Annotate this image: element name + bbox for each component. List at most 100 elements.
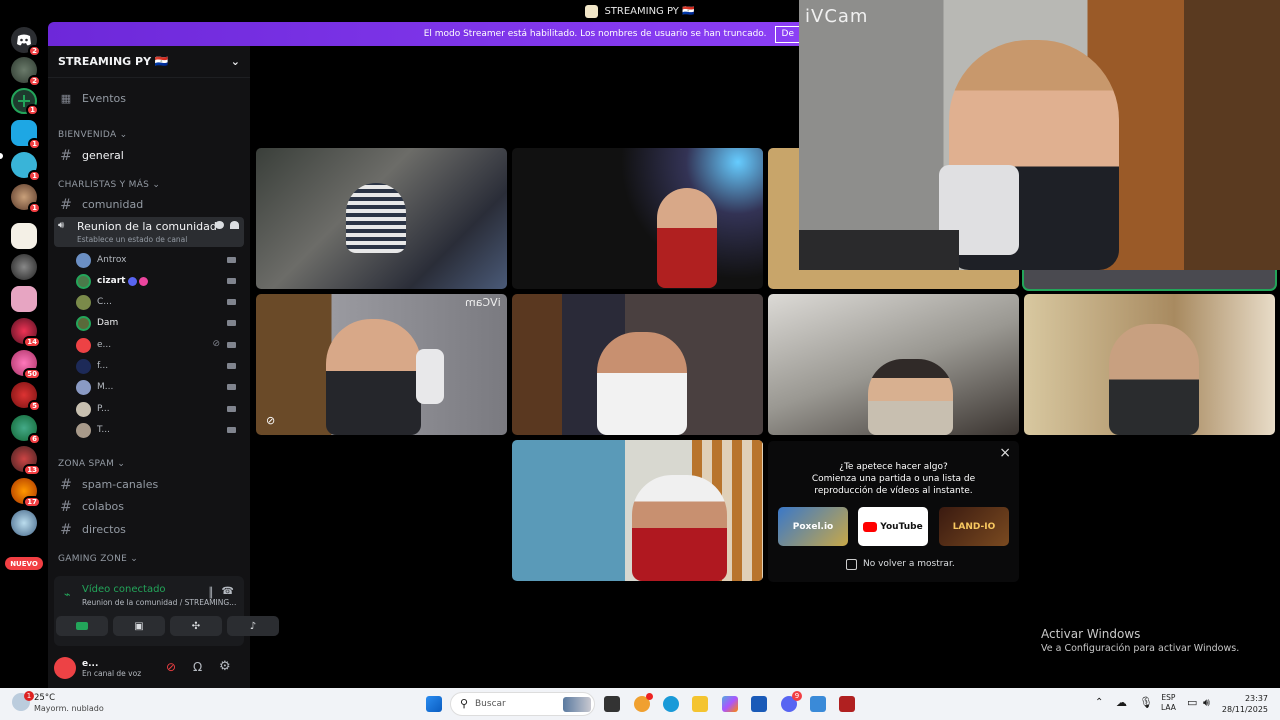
- app-icon[interactable]: [810, 696, 826, 712]
- video-tile[interactable]: iVCam ⊘: [256, 294, 507, 435]
- channel-general[interactable]: # general: [48, 147, 250, 164]
- chevron-up-icon[interactable]: ⌃: [1095, 697, 1103, 708]
- camera-icon: [227, 427, 236, 433]
- volume-icon[interactable]: 🔊︎: [1203, 696, 1210, 710]
- screen-share-button[interactable]: ▣: [113, 616, 165, 636]
- server-avatar-3[interactable]: 1: [11, 152, 41, 182]
- user-avatar[interactable]: [54, 657, 76, 679]
- voice-channel-active[interactable]: 🔊︎ Reunion de la comunidad Establece un …: [54, 217, 244, 247]
- voice-member[interactable]: e... ⊘: [76, 336, 242, 354]
- category-label: CHARLISTAS Y MÁS: [58, 180, 150, 190]
- notification-badge: 17: [23, 496, 41, 508]
- clock[interactable]: 23:37 28/11/2025: [1222, 693, 1268, 715]
- connection-location[interactable]: Reunion de la comunidad / STREAMING...: [82, 598, 236, 607]
- close-icon[interactable]: ×: [999, 445, 1011, 461]
- camera-icon: [76, 622, 88, 630]
- server-name: STREAMING PY 🇵🇾: [58, 55, 169, 68]
- channel-spam-canales[interactable]: # spam-canales: [48, 476, 250, 493]
- network-icon[interactable]: ▭: [1187, 696, 1197, 709]
- voice-member[interactable]: C...: [76, 293, 242, 311]
- activities-icon: ✣: [191, 620, 201, 632]
- server-header[interactable]: STREAMING PY 🇵🇾 ⌄: [48, 46, 250, 78]
- voice-member[interactable]: P...: [76, 400, 242, 418]
- server-avatar-2[interactable]: 1: [11, 120, 41, 150]
- server-avatar-5[interactable]: [11, 223, 37, 249]
- speaker-icon: 🔊︎: [58, 220, 65, 231]
- soundboard-button[interactable]: ♪: [227, 616, 279, 636]
- server-avatar-9[interactable]: 50: [11, 350, 41, 380]
- weather-icon[interactable]: 1: [12, 691, 34, 711]
- disconnect-icon[interactable]: ☎: [222, 586, 234, 597]
- discord-home-icon[interactable]: 2: [11, 27, 41, 57]
- app-tile-youtube[interactable]: YouTube: [858, 507, 928, 546]
- activities-button[interactable]: ✣: [170, 616, 222, 636]
- channel-directos[interactable]: # directos: [48, 521, 250, 538]
- search-box[interactable]: ⚲ Buscar: [450, 692, 595, 716]
- video-tile[interactable]: [1024, 294, 1275, 435]
- new-servers-pill[interactable]: NUEVO: [5, 557, 43, 570]
- category-spam[interactable]: ZONA SPAM ⌄: [48, 459, 250, 469]
- video-tile[interactable]: [768, 294, 1019, 435]
- file-explorer-icon[interactable]: [692, 696, 708, 712]
- camera-toggle-button[interactable]: [56, 616, 108, 636]
- language-indicator[interactable]: ESP LAA: [1161, 693, 1176, 713]
- task-view-icon[interactable]: [604, 696, 620, 712]
- server-avatar-14[interactable]: [11, 510, 37, 536]
- camera-icon: [227, 299, 236, 305]
- microphone-icon[interactable]: 🎙︎: [1139, 696, 1153, 709]
- signal-icon[interactable]: ⌁: [64, 588, 71, 601]
- server-avatar-10[interactable]: 5: [11, 382, 41, 412]
- disable-streamer-button[interactable]: De: [774, 25, 800, 43]
- app-icon[interactable]: [634, 693, 653, 712]
- channel-colabos[interactable]: # colabos: [48, 498, 250, 515]
- server-avatar-6[interactable]: [11, 254, 37, 280]
- store-icon[interactable]: [751, 696, 767, 712]
- category-bienvenida[interactable]: BIENVENIDA ⌄: [48, 130, 250, 140]
- calendar-icon: ▦: [60, 91, 72, 105]
- channel-status-prompt[interactable]: Establece un estado de canal: [77, 235, 187, 244]
- add-user-icon[interactable]: [230, 221, 239, 229]
- muted-mic-icon[interactable]: ⊘: [166, 660, 176, 674]
- voice-member[interactable]: Antrox: [76, 251, 242, 269]
- voice-member[interactable]: f...: [76, 357, 242, 375]
- server-avatar-1[interactable]: 2: [11, 57, 41, 87]
- voice-member[interactable]: T...: [76, 421, 242, 439]
- video-tile[interactable]: [512, 440, 763, 581]
- hash-icon: #: [60, 521, 72, 538]
- avatar: [76, 422, 91, 438]
- video-tile[interactable]: [512, 294, 763, 435]
- voice-member[interactable]: cizart: [76, 272, 242, 290]
- server-avatar-12[interactable]: 13: [11, 446, 41, 476]
- video-tile[interactable]: [512, 148, 763, 289]
- voice-member[interactable]: M...: [76, 378, 242, 396]
- checkbox[interactable]: [846, 559, 857, 570]
- app-tile-poxel[interactable]: Poxel.io: [778, 507, 848, 546]
- app-icon[interactable]: [839, 696, 855, 712]
- edge-icon[interactable]: [663, 696, 679, 712]
- gear-icon[interactable]: ⚙: [219, 659, 231, 674]
- noise-suppression-icon[interactable]: ║: [208, 588, 214, 599]
- chat-icon[interactable]: [215, 221, 224, 229]
- server-avatar-4[interactable]: 1: [11, 184, 41, 214]
- video-tile[interactable]: [256, 148, 507, 289]
- app-tile-landio[interactable]: LAND-IO: [939, 507, 1009, 546]
- server-avatar-7[interactable]: [11, 286, 37, 312]
- category-charlistas[interactable]: CHARLISTAS Y MÁS ⌄: [48, 180, 250, 190]
- headphones-icon[interactable]: Ω: [193, 660, 202, 674]
- channel-comunidad[interactable]: # comunidad: [48, 196, 250, 213]
- cloud-icon[interactable]: ☁: [1116, 696, 1127, 709]
- add-server-icon[interactable]: 1: [11, 88, 39, 116]
- server-avatar-13[interactable]: 17: [11, 478, 41, 508]
- windows-start-icon[interactable]: [426, 696, 442, 712]
- hash-icon: #: [60, 476, 72, 493]
- weather-temp: 25°C: [34, 693, 56, 703]
- events-link[interactable]: ▦ Eventos: [48, 90, 250, 106]
- server-avatar-11[interactable]: 6: [11, 415, 41, 445]
- copilot-icon[interactable]: [722, 696, 738, 712]
- category-gaming[interactable]: GAMING ZONE ⌄: [48, 554, 250, 564]
- discord-icon[interactable]: 9: [781, 691, 802, 712]
- server-avatar-8[interactable]: 14: [11, 318, 41, 348]
- youtube-icon: [863, 521, 878, 532]
- voice-member[interactable]: Dam: [76, 314, 242, 332]
- connection-status: Vídeo conectado: [82, 584, 166, 595]
